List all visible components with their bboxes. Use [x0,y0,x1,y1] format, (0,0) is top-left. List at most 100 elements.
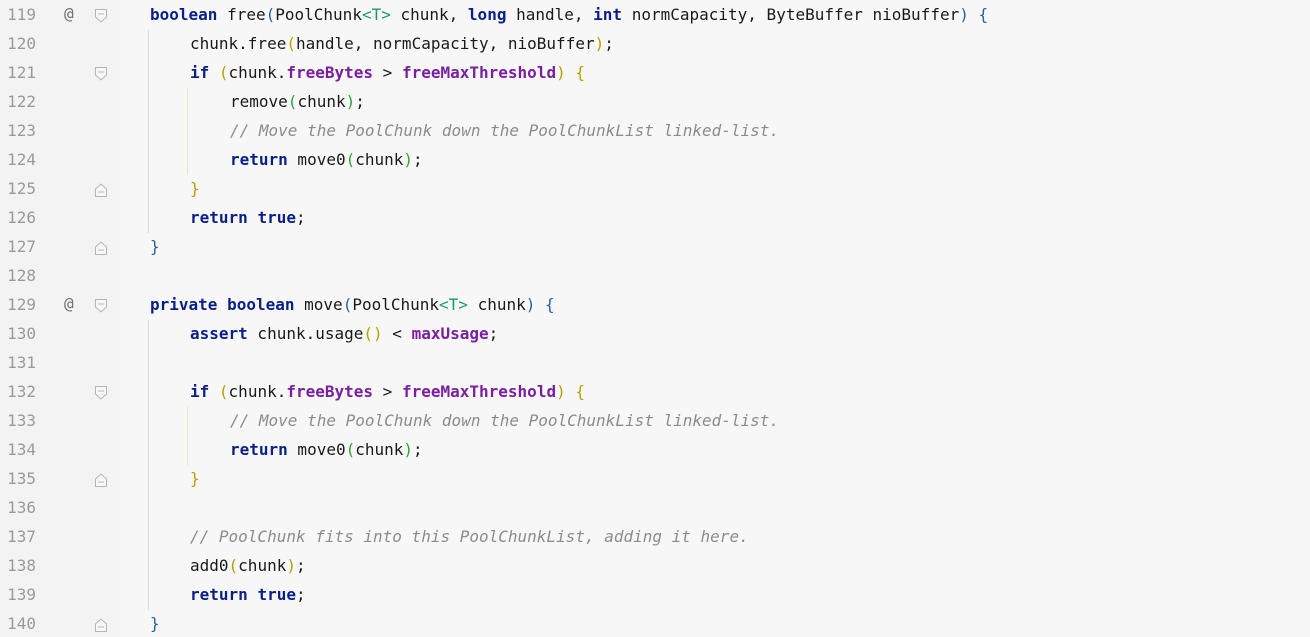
code-token: true [257,208,296,227]
code-line[interactable]: 133 // Move the PoolChunk down the PoolCh… [0,407,1310,436]
code-token: ( [218,63,229,82]
fold-end-icon[interactable] [95,241,107,255]
fold-collapse-icon[interactable] [95,9,107,23]
code-token: // Move the PoolChunk down the PoolChunk… [230,411,780,430]
code-token: PoolChunk [352,295,440,314]
code-token: return [190,585,248,604]
code-line[interactable]: 138 add0(chunk); [0,552,1310,581]
code-text: // PoolChunk fits into this PoolChunkLis… [190,526,749,548]
code-token: ; [295,585,306,604]
code-line[interactable]: 121 if (chunk.freeBytes > freeMaxThreshol… [0,59,1310,88]
code-line[interactable]: 129 @ private boolean move(PoolChunk<T> ch… [0,291,1310,320]
line-number: 130 [7,324,36,343]
code-line[interactable]: 125} [0,175,1310,204]
code-token: { [575,63,585,82]
code-line[interactable]: 134 return move0(chunk); [0,436,1310,465]
line-number: 139 [7,585,36,604]
code-token: chunk [355,440,404,459]
code-line[interactable]: 120 chunk.free(handle, normCapacity, nioB… [0,30,1310,59]
code-token: true [257,585,296,604]
code-token: < [382,324,412,343]
code-text: assert chunk.usage() < maxUsage; [190,323,498,345]
code-token: move [294,295,343,314]
code-line[interactable]: 139 return true; [0,581,1310,610]
code-token: normCapacity, ByteBuffer nioBuffer [622,5,960,24]
code-token: { [575,382,585,401]
code-token: } [150,614,160,633]
code-token: { [978,5,989,24]
code-line[interactable]: 127} [0,233,1310,262]
line-number: 122 [7,92,36,111]
code-token: return [190,208,248,227]
code-token: chunk. [228,63,287,82]
code-line[interactable]: 136 [0,494,1310,523]
code-line[interactable]: 126 return true; [0,204,1310,233]
code-line[interactable]: 122 remove(chunk); [0,88,1310,117]
line-number: 126 [7,208,36,227]
line-number: 125 [7,179,36,198]
fold-end-icon[interactable] [95,618,107,632]
code-token: if [190,63,210,82]
code-token: } [190,469,200,488]
code-token: <T> [361,5,391,24]
fold-collapse-icon[interactable] [95,386,107,400]
code-token: freeBytes [286,63,374,82]
code-token: ) [403,150,414,169]
code-line[interactable]: 135} [0,465,1310,494]
fold-collapse-icon[interactable] [95,299,107,313]
code-text: } [190,178,200,200]
code-token: chunk, [390,5,468,24]
line-number: 131 [7,353,36,372]
code-token: ( [342,295,353,314]
code-text: // Move the PoolChunk down the PoolChunk… [230,120,779,142]
code-token: return [230,150,288,169]
code-token: ; [604,34,614,53]
code-token: maxUsage [411,324,489,343]
fold-end-icon[interactable] [95,183,107,197]
code-token: ; [413,150,423,169]
code-line[interactable]: 130 assert chunk.usage() < maxUsage; [0,320,1310,349]
code-token: ; [295,208,306,227]
code-text: if (chunk.freeBytes > freeMaxThreshold) … [190,381,585,403]
code-text: chunk.free(handle, normCapacity, nioBuff… [190,33,614,55]
code-token: ( [218,382,229,401]
code-token: chunk.usage [247,324,364,343]
code-line[interactable]: 124 return move0(chunk); [0,146,1310,175]
code-line[interactable]: 137 // PoolChunk fits into this PoolChunk… [0,523,1310,552]
fold-end-icon[interactable] [95,473,107,487]
code-text: if (chunk.freeBytes > freeMaxThreshold) … [190,62,585,84]
code-token: ( [287,92,298,111]
code-line[interactable]: 132 if (chunk.freeBytes > freeMaxThreshol… [0,378,1310,407]
code-line[interactable]: 119 @ boolean free(PoolChunk<T> chunk, lon… [0,1,1310,30]
code-text: return true; [190,584,306,606]
code-line[interactable]: 123 // Move the PoolChunk down the PoolCh… [0,117,1310,146]
code-token: freeBytes [286,382,374,401]
code-token: long [467,5,507,24]
code-text: remove(chunk); [230,91,365,113]
code-line[interactable]: 140} [0,610,1310,637]
fold-collapse-icon[interactable] [95,67,107,81]
override-marker-icon[interactable]: @ [64,3,74,25]
code-token: handle, normCapacity, nioBuffer [295,34,595,53]
code-token: move0 [287,150,346,169]
code-line[interactable]: 128 [0,262,1310,291]
line-number: 137 [7,527,36,546]
override-marker-icon[interactable]: @ [64,293,74,315]
code-token: private [150,295,218,314]
indent-guide [148,320,149,610]
code-token: ) [525,295,536,314]
code-token: remove [230,92,288,111]
code-token: ( [345,440,356,459]
line-number: 129 [7,295,36,314]
code-token: > [373,382,402,401]
code-line[interactable]: 131 [0,349,1310,378]
code-token: ; [413,440,423,459]
code-text: // Move the PoolChunk down the PoolChunk… [230,410,779,432]
code-text: } [190,468,200,490]
code-editor[interactable]: 119 @ boolean free(PoolChunk<T> chunk, lon… [0,0,1310,637]
line-number: 135 [7,469,36,488]
code-text: } [150,236,160,258]
code-token: chunk. [228,382,287,401]
